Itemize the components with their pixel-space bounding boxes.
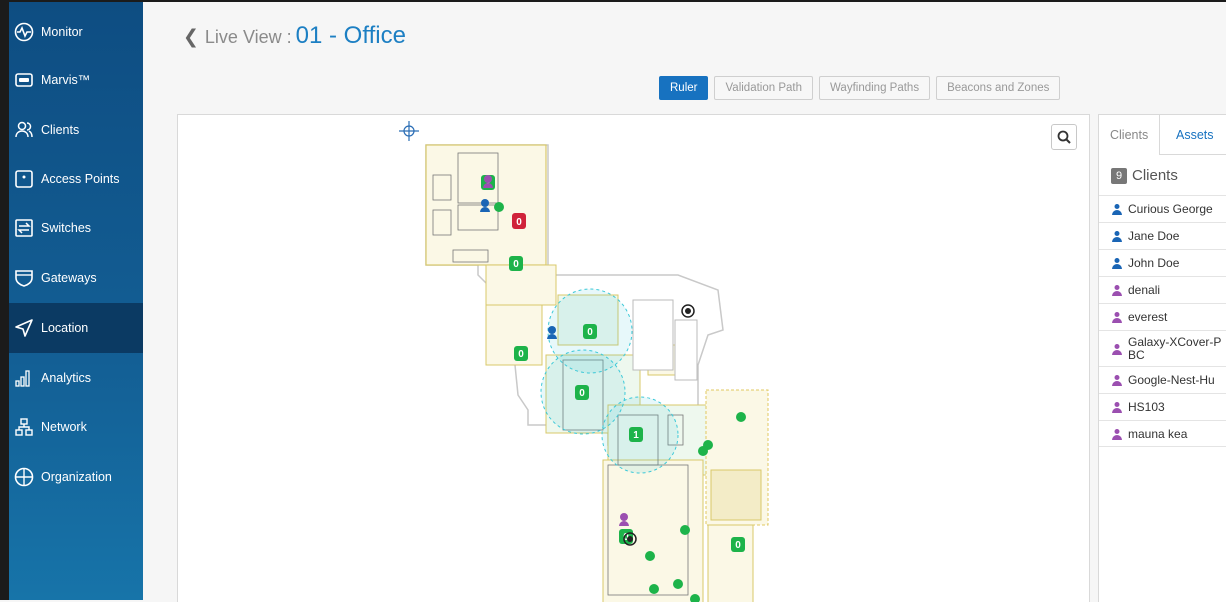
- sidebar: Monitor Marvis™ Clients Access Points Sw…: [9, 2, 143, 600]
- access-point-icon: [13, 168, 35, 190]
- zoom-button[interactable]: [1051, 124, 1077, 150]
- beacons-zones-button[interactable]: Beacons and Zones: [936, 76, 1061, 100]
- nav-label: Switches: [41, 221, 92, 235]
- ap-count: 0: [579, 388, 585, 399]
- crosshair-icon[interactable]: [399, 121, 419, 141]
- tab-assets[interactable]: Assets: [1165, 115, 1225, 155]
- ap-count-marker[interactable]: 0: [514, 346, 528, 361]
- client-row[interactable]: Curious George: [1099, 195, 1226, 222]
- nav-label: Analytics: [41, 371, 92, 385]
- marvis-icon: [13, 69, 35, 91]
- ap-count: 0: [735, 540, 741, 551]
- nav-label: Marvis™: [41, 73, 91, 87]
- network-icon: [13, 416, 35, 438]
- ap-count: 0: [516, 217, 522, 228]
- nav-label: Monitor: [41, 25, 83, 39]
- panel-tabs: Clients Assets: [1099, 115, 1226, 155]
- clients-icon: [13, 119, 35, 141]
- ruler-button[interactable]: Ruler: [659, 76, 709, 100]
- title-prefix: Live View :: [204, 27, 292, 47]
- ap-count: 0: [518, 349, 524, 360]
- switch-icon: [13, 217, 35, 239]
- person-icon: [1112, 402, 1122, 413]
- nav-monitor[interactable]: Monitor: [9, 8, 143, 56]
- map-toolbar: Ruler Validation Path Wayfinding Paths B…: [659, 76, 1061, 100]
- nav-label: Access Points: [41, 172, 120, 186]
- person-icon: [1112, 204, 1122, 215]
- nav-network[interactable]: Network: [9, 403, 143, 451]
- ap-count-marker[interactable]: 0: [731, 537, 745, 552]
- client-row[interactable]: Google-Nest-Hu: [1099, 366, 1226, 393]
- client-row[interactable]: denali: [1099, 276, 1226, 303]
- person-icon: [1112, 312, 1122, 323]
- client-name: mauna kea: [1128, 426, 1188, 441]
- client-row[interactable]: mauna kea: [1099, 420, 1226, 447]
- client-name: everest: [1128, 310, 1168, 324]
- client-name: denali: [1128, 283, 1161, 297]
- main-content: ❮ Live View : 01 - Office Ruler Validati…: [143, 2, 1226, 602]
- nav-switches[interactable]: Switches: [9, 204, 143, 252]
- client-row[interactable]: Jane Doe: [1099, 222, 1226, 249]
- client-name: Jane Doe: [1128, 229, 1180, 243]
- nav-organization[interactable]: Organization: [9, 453, 143, 501]
- person-icon: [1112, 231, 1122, 242]
- client-list: Curious George Jane Doe John Doe denali …: [1099, 195, 1226, 447]
- monitor-icon: [13, 21, 35, 43]
- gateway-icon: [13, 267, 35, 289]
- nav-label: Location: [41, 321, 89, 335]
- location-icon: [13, 317, 35, 339]
- client-name: Curious George: [1128, 202, 1213, 216]
- nav-marvis[interactable]: Marvis™: [9, 56, 143, 104]
- search-icon: [1057, 130, 1071, 144]
- client-name: Galaxy-XCover-PBC: [1128, 334, 1222, 362]
- page-title: ❮ Live View : 01 - Office: [183, 22, 406, 50]
- nav-label: Clients: [41, 123, 80, 137]
- site-name: 01 - Office: [295, 22, 406, 49]
- nav-gateways[interactable]: Gateways: [9, 254, 143, 302]
- analytics-icon: [13, 367, 35, 389]
- nav-label: Organization: [41, 470, 112, 484]
- ap-count-marker[interactable]: 0: [509, 256, 523, 271]
- floorplan-map[interactable]: 0 0 0 0 0 1 0 0 2: [177, 114, 1090, 602]
- ap-count-marker[interactable]: 0: [575, 385, 589, 400]
- client-name: HS103: [1128, 400, 1165, 414]
- person-icon: [1112, 343, 1122, 355]
- ap-count-marker[interactable]: 1: [629, 427, 643, 442]
- client-row[interactable]: everest: [1099, 303, 1226, 330]
- clients-panel: Clients Assets 9 Clients Curious George …: [1098, 114, 1226, 602]
- ap-count-marker[interactable]: 0: [583, 324, 597, 339]
- client-row[interactable]: HS103: [1099, 393, 1226, 420]
- client-name: Google-Nest-Hu: [1128, 373, 1215, 387]
- ap-count-marker[interactable]: 0: [512, 213, 526, 229]
- person-icon: [1112, 428, 1122, 440]
- wayfinding-paths-button[interactable]: Wayfinding Paths: [819, 76, 931, 100]
- person-icon: [1112, 258, 1122, 269]
- client-row[interactable]: John Doe: [1099, 249, 1226, 276]
- back-chevron-icon[interactable]: ❮: [183, 26, 199, 49]
- nav-access-points[interactable]: Access Points: [9, 155, 143, 203]
- floorplan-canvas: 0 0 0 0 0 1 0 0 2: [399, 121, 769, 602]
- nav-label: Gateways: [41, 271, 97, 285]
- person-icon: [1112, 375, 1122, 386]
- count-badge: 9: [1111, 167, 1127, 184]
- count-label: Clients: [1132, 167, 1178, 184]
- tab-clients[interactable]: Clients: [1099, 115, 1161, 155]
- clients-count: 9 Clients: [1111, 167, 1178, 184]
- nav-analytics[interactable]: Analytics: [9, 354, 143, 402]
- nav-clients[interactable]: Clients: [9, 106, 143, 154]
- nav-location[interactable]: Location: [9, 303, 143, 353]
- ap-count: 1: [633, 430, 639, 441]
- ap-count: 0: [587, 327, 593, 338]
- client-name: John Doe: [1128, 256, 1180, 270]
- validation-path-button[interactable]: Validation Path: [714, 76, 813, 100]
- client-row[interactable]: Galaxy-XCover-PBC: [1099, 330, 1226, 366]
- person-icon: [1112, 285, 1122, 296]
- organization-icon: [13, 466, 35, 488]
- ap-count: 0: [513, 259, 519, 270]
- nav-label: Network: [41, 420, 87, 434]
